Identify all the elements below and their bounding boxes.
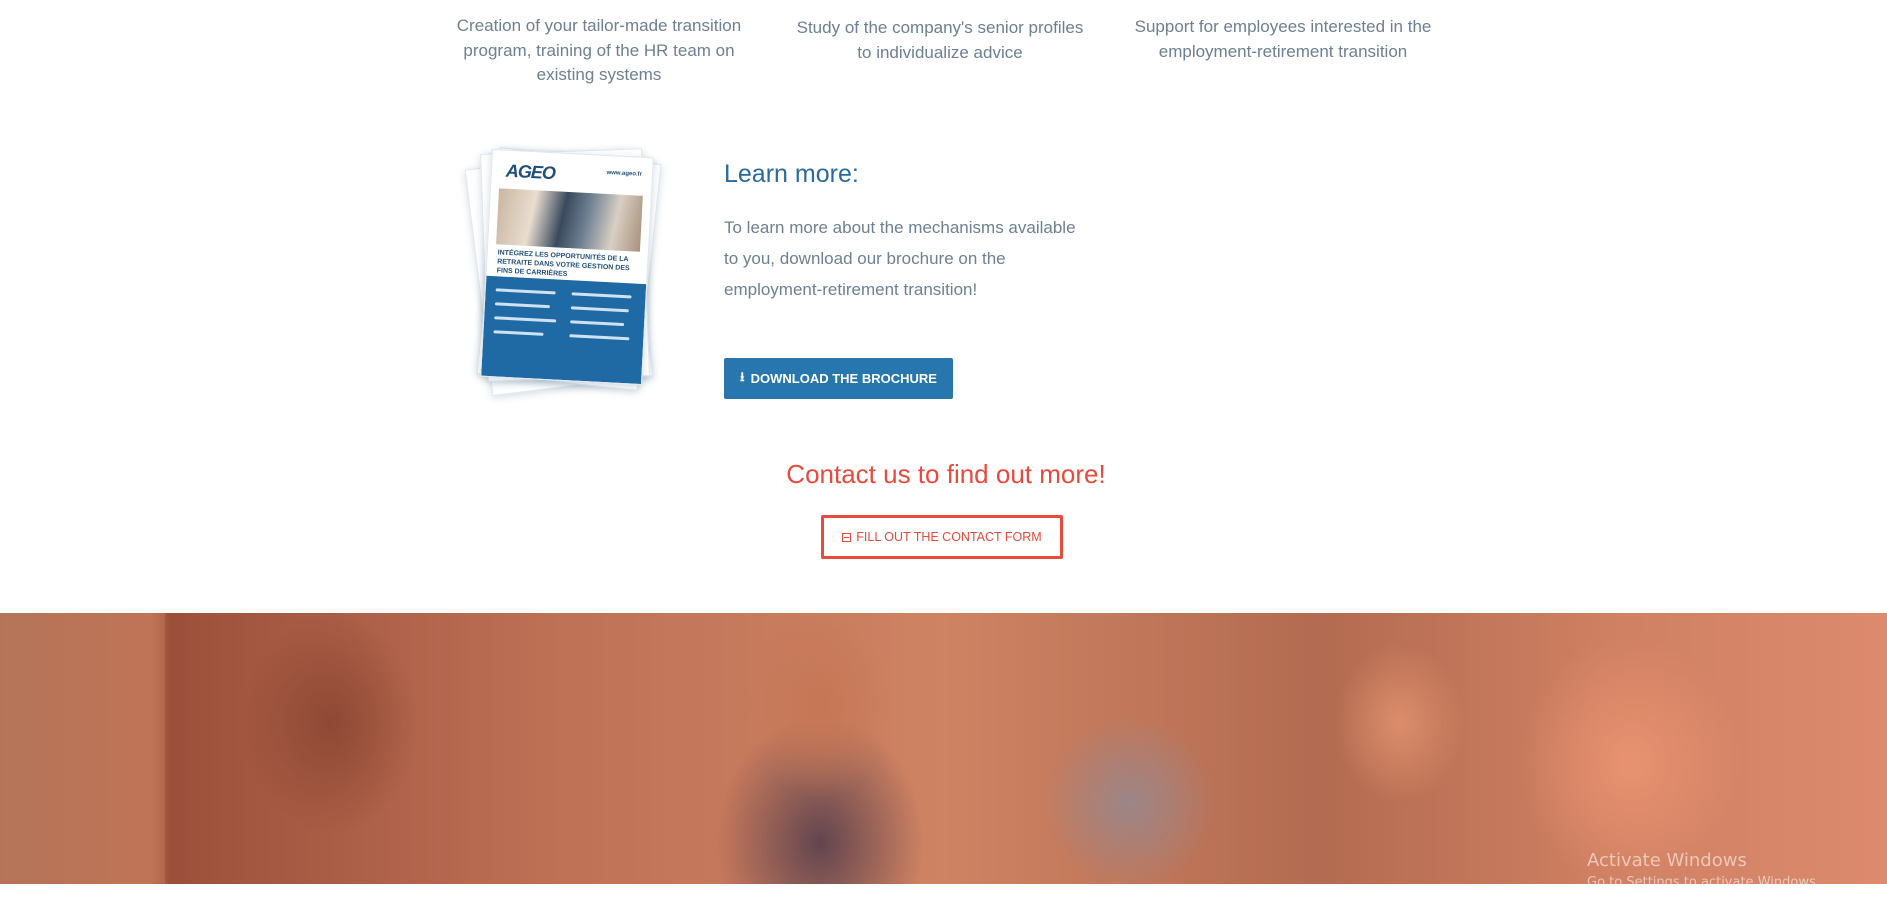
brochure-url: www.ageo.fr (606, 169, 643, 178)
brochure-bullet (494, 302, 550, 309)
watermark-line2: Go to Settings to activate Windows. (1587, 875, 1820, 890)
download-icon: ⭳ (740, 368, 745, 384)
brochure-bullet (493, 330, 544, 336)
brochure-image: AGEO www.ageo.fr INTÉGREZ LES OPPORTUNIT… (464, 145, 670, 397)
download-brochure-button[interactable]: ⭳ DOWNLOAD THE BROCHURE (724, 358, 953, 399)
brochure-cover: AGEO www.ageo.fr INTÉGREZ LES OPPORTUNIT… (480, 148, 654, 386)
form-icon (842, 532, 852, 542)
brochure-bullet (570, 306, 629, 313)
activate-windows-watermark: Activate Windows Go to Settings to activ… (1587, 850, 1820, 890)
brochure-bullet (569, 334, 630, 341)
banner-edge (0, 613, 165, 884)
feature-text-profiles: Study of the company's senior profiles t… (796, 18, 1084, 62)
brochure-bullet (495, 288, 556, 295)
brochure-bullet (494, 316, 557, 323)
team-meeting-banner-image (0, 613, 1887, 884)
feature-text-program: Creation of your tailor-made transition … (456, 16, 742, 84)
brochure-blue-panel (481, 275, 647, 385)
feature-text-support: Support for employees interested in the … (1134, 17, 1432, 61)
ageo-logo: AGEO (505, 160, 556, 184)
download-brochure-label: DOWNLOAD THE BROCHURE (750, 371, 937, 386)
brochure-bullet (570, 320, 625, 327)
brochure-bullet (571, 292, 632, 299)
contact-title: Contact us to find out more! (0, 459, 1887, 490)
brochure-photo (496, 188, 643, 252)
contact-form-label: FILL OUT THE CONTACT FORM (856, 530, 1042, 544)
contact-form-button[interactable]: FILL OUT THE CONTACT FORM (821, 515, 1063, 559)
watermark-line1: Activate Windows (1587, 850, 1747, 871)
learn-more-text: To learn more about the mechanisms avail… (724, 218, 1076, 299)
learn-more-title: Learn more: (724, 160, 859, 188)
contact-title-text: Contact us to find out more! (786, 459, 1106, 489)
